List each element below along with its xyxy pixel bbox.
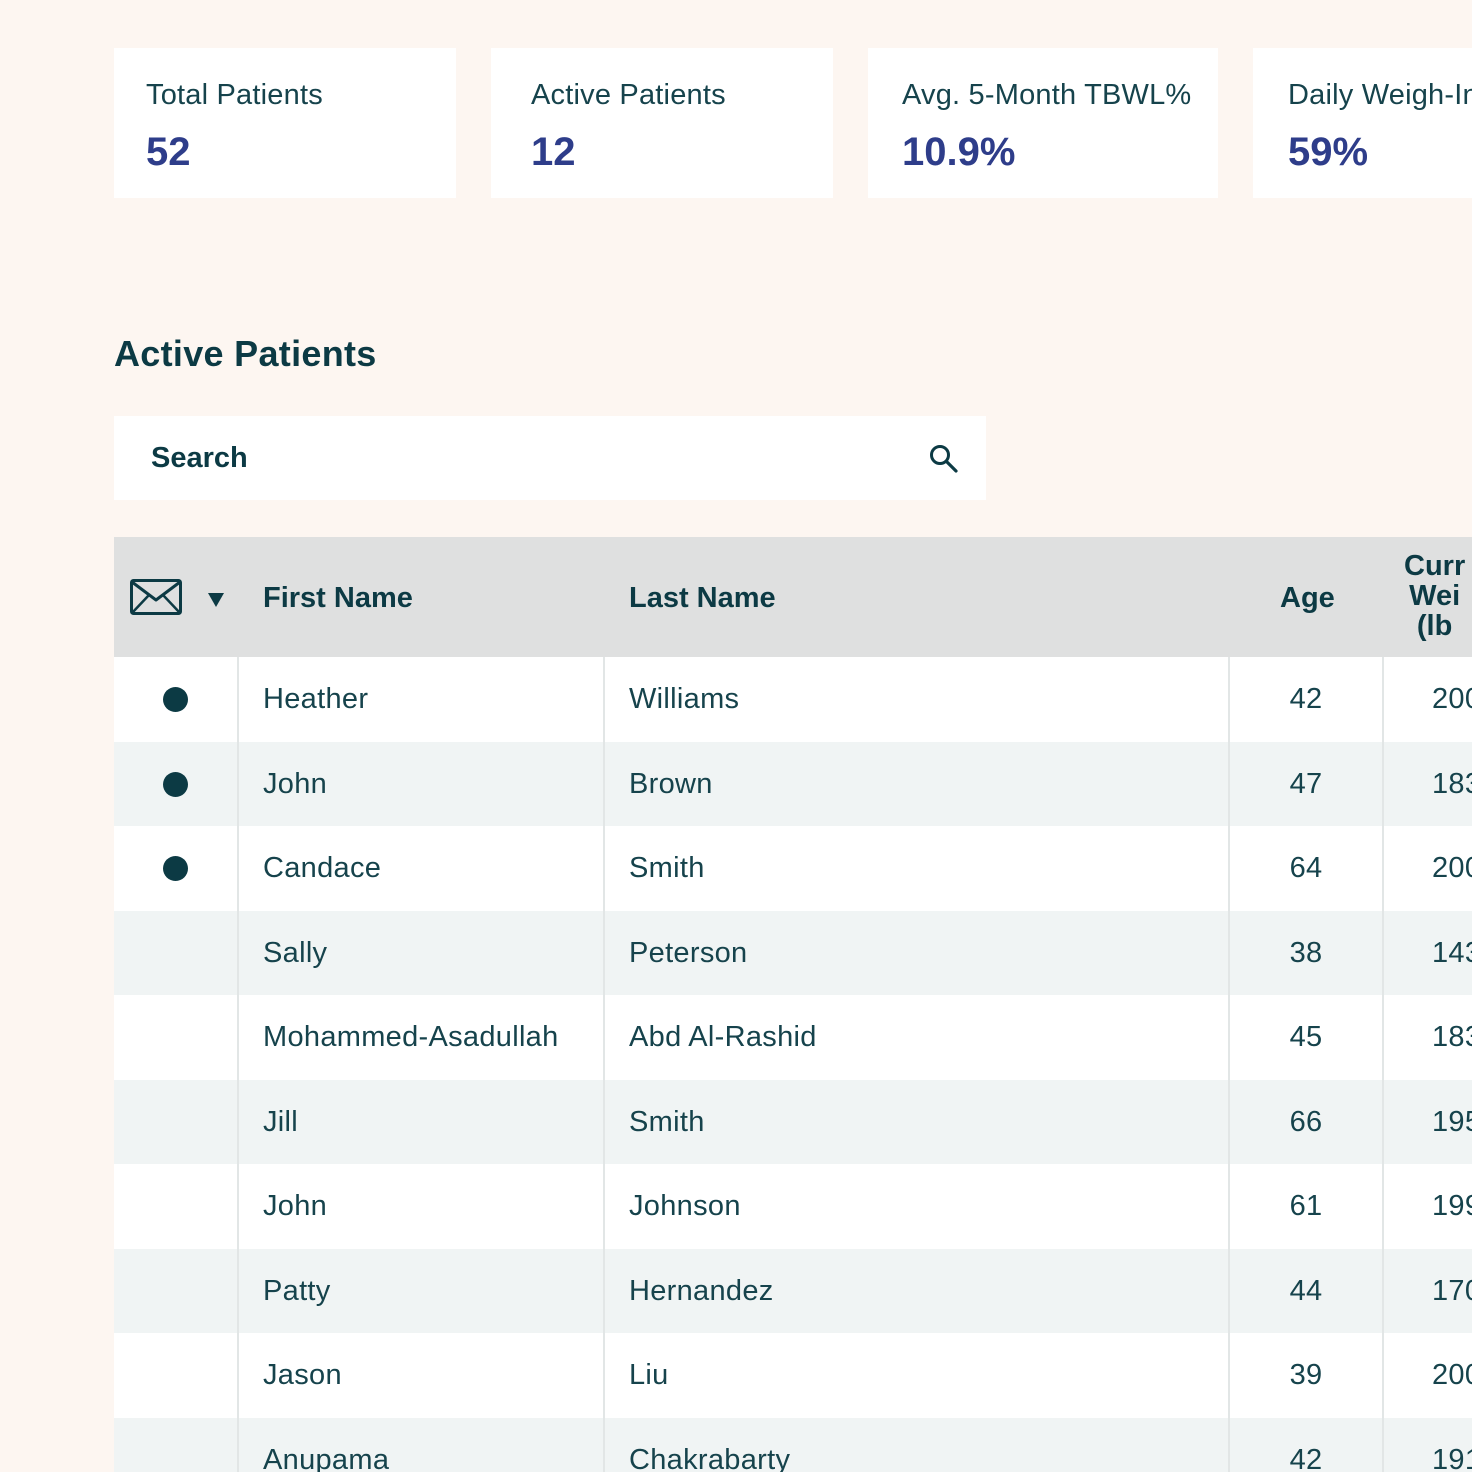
cell-age: 42 [1289,683,1323,715]
stat-card-active-patients: Active Patients 12 [491,48,833,198]
cell-age: 45 [1289,1021,1323,1053]
cell-last-name: Abd Al-Rashid [629,1021,817,1053]
section-title: Active Patients [114,333,377,374]
cell-first-name: Jason [263,1359,342,1391]
stat-value: 10.9% [902,130,1016,174]
cell-last-name: Williams [629,683,740,715]
cell-first-name: Jill [263,1105,299,1138]
cell-last-name: Chakrabarty [629,1443,791,1472]
table-row[interactable]: Jill Smith 66 195 [114,1079,1472,1164]
table-row[interactable]: John Brown 47 183 [114,741,1472,826]
stats-row: Total Patients 52 Active Patients 12 Avg… [0,48,1472,200]
cell-first-name: Patty [263,1274,331,1307]
cell-first-name: Sally [263,936,328,969]
stat-card-avg-tbwl: Avg. 5-Month TBWL% 10.9% [868,48,1218,198]
table-row[interactable]: Anupama Chakrabarty 42 191 [114,1417,1472,1472]
table-row[interactable]: Sally Peterson 38 143 [114,910,1472,995]
cell-current-weight: 143 [1432,936,1472,969]
cell-age: 44 [1289,1274,1323,1307]
table-row[interactable]: Patty Hernandez 44 170 [114,1248,1472,1333]
cell-current-weight: 170 [1432,1274,1472,1307]
table-row[interactable]: Candace Smith 64 200 [114,826,1472,911]
column-divider [603,657,605,1472]
cell-current-weight: 191 [1432,1443,1472,1472]
table-row[interactable]: Jason Liu 39 200 [114,1333,1472,1418]
cell-first-name: Candace [263,852,382,884]
caret-down-icon[interactable] [208,593,224,607]
cell-first-name: John [263,767,328,800]
search-icon[interactable] [928,443,960,475]
cell-age: 47 [1289,767,1323,800]
cell-age: 38 [1289,936,1323,969]
envelope-icon[interactable] [130,579,182,615]
stat-value: 52 [146,130,191,174]
cell-last-name: Liu [629,1359,669,1391]
cell-last-name: Smith [629,852,705,884]
table-row[interactable]: Mohammed-Asadullah Abd Al-Rashid 45 183 [114,995,1472,1080]
patients-table: First Name Last Name Age Curr Wei (lb He… [114,537,1472,1472]
column-divider [1228,657,1230,1472]
cell-current-weight: 183 [1432,767,1472,800]
cell-first-name: Anupama [263,1443,390,1472]
cell-first-name: Mohammed-Asadullah [263,1021,559,1053]
cell-current-weight: 200 [1432,852,1472,884]
cell-current-weight: 199 [1432,1190,1472,1222]
table-row[interactable]: Heather Williams 42 200 [114,657,1472,742]
unread-dot-icon [163,687,188,712]
stat-value: 59% [1288,130,1369,174]
cell-first-name: Heather [263,683,369,715]
unread-dot-icon [163,771,188,797]
cell-age: 42 [1289,1443,1323,1472]
cell-first-name: John [263,1190,328,1222]
stat-label: Active Patients [531,79,726,111]
stat-card-total-patients: Total Patients 52 [114,48,456,198]
column-header-current-weight[interactable]: Curr Wei (lb [1404,551,1465,641]
cell-age: 61 [1289,1190,1323,1222]
cell-current-weight: 200 [1432,683,1472,715]
cell-last-name: Hernandez [629,1274,774,1307]
table-header: First Name Last Name Age Curr Wei (lb [114,537,1472,657]
cell-age: 64 [1289,852,1323,884]
column-header-age[interactable]: Age [1280,582,1335,615]
cell-last-name: Brown [629,767,713,800]
stat-label: Daily Weigh-In [1288,79,1472,111]
table-row[interactable]: John Johnson 61 199 [114,1164,1472,1249]
search-box [114,416,986,500]
cell-last-name: Johnson [629,1190,741,1222]
column-header-last-name[interactable]: Last Name [629,582,776,615]
cell-last-name: Peterson [629,936,748,969]
column-header-first-name[interactable]: First Name [263,582,413,615]
column-divider [237,657,239,1472]
cell-last-name: Smith [629,1105,705,1138]
cell-age: 66 [1289,1105,1323,1138]
search-input[interactable] [114,416,894,500]
cell-age: 39 [1289,1359,1323,1391]
unread-dot-icon [163,856,188,881]
stat-label: Total Patients [146,79,323,111]
stat-value: 12 [531,130,576,174]
cell-current-weight: 195 [1432,1105,1472,1138]
column-divider [1382,657,1384,1472]
stat-card-daily-weigh-in: Daily Weigh-In 59% [1253,48,1472,198]
stat-label: Avg. 5-Month TBWL% [902,79,1192,111]
cell-current-weight: 183 [1432,1021,1472,1053]
cell-current-weight: 200 [1432,1359,1472,1391]
